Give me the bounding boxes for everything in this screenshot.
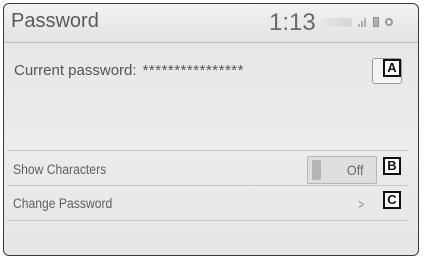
change-password-label: Change Password (13, 196, 113, 211)
chevron-right-icon: > (358, 196, 364, 212)
signal-icon (358, 17, 367, 27)
status-strip (322, 17, 352, 27)
current-password-row: Current password: **************** (14, 62, 244, 79)
callout-b: B (383, 157, 401, 175)
toggle-state-text: Off (346, 162, 364, 178)
change-password-row[interactable]: Change Password > (7, 188, 408, 218)
header-divider (4, 42, 418, 43)
toggle-indicator (312, 160, 321, 180)
divider (7, 220, 408, 221)
current-password-label: Current password: (14, 62, 137, 79)
clock: 1:13 (269, 9, 316, 36)
callout-c: C (383, 191, 401, 209)
page-title: Password (11, 10, 99, 32)
divider (7, 185, 408, 186)
status-bar (322, 17, 393, 27)
divider (7, 150, 408, 151)
show-characters-label: Show Characters (13, 162, 107, 177)
password-screen: Password 1:13 Current password: *********… (3, 3, 419, 256)
callout-a: A (383, 59, 401, 77)
current-password-value: **************** (142, 62, 244, 79)
gear-icon (385, 18, 393, 26)
show-characters-toggle[interactable]: Off (307, 156, 377, 184)
battery-icon (373, 17, 379, 27)
show-characters-row[interactable]: Show Characters Off (7, 154, 408, 184)
